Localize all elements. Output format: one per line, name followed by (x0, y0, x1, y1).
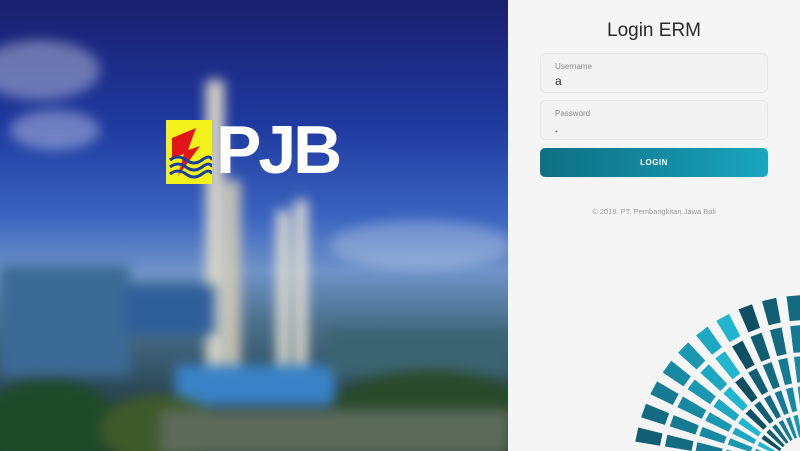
plant-building (330, 330, 508, 375)
fan-blade (699, 426, 727, 444)
fan-blade (696, 326, 722, 355)
login-panel: Login ERM Username a Password . LOGIN © … (508, 0, 800, 451)
fan-blade (794, 356, 800, 383)
username-label: Username (555, 62, 592, 71)
fan-blade (669, 415, 699, 435)
chimney (295, 200, 307, 381)
chimney (226, 180, 240, 381)
fan-blade (716, 313, 741, 343)
fan-blade (790, 325, 800, 353)
fan-blade (641, 403, 670, 425)
fan-blade (678, 342, 706, 370)
fan-blade (677, 396, 707, 419)
fan-blade (700, 364, 728, 391)
password-input[interactable]: . (555, 121, 558, 135)
pjb-logo: PJB (166, 112, 342, 188)
fan-blade (762, 297, 781, 326)
login-button[interactable]: LOGIN (540, 148, 768, 177)
power-plant-photo (0, 0, 508, 451)
fan-blade (664, 434, 694, 451)
username-field[interactable]: Username a (540, 53, 768, 93)
cloud (0, 40, 100, 100)
username-input[interactable]: a (555, 74, 562, 88)
cloud (330, 220, 508, 270)
fan-blade (786, 295, 800, 322)
plant-building (125, 285, 215, 335)
fan-blade (715, 351, 741, 380)
fan-blade (732, 340, 755, 370)
fan-blade (738, 304, 761, 333)
ground (160, 410, 508, 451)
fan-blade (687, 379, 716, 405)
background-hero-image: PJB (0, 0, 508, 451)
fan-blade (695, 442, 723, 451)
plant-building (175, 365, 335, 405)
fan-blade (785, 387, 798, 413)
pjb-logo-wordmark: PJB (216, 112, 342, 188)
fan-blade (762, 361, 780, 390)
page-title: Login ERM (607, 20, 701, 41)
fan-blade (650, 381, 679, 405)
password-field[interactable]: Password . (540, 100, 768, 140)
fan-blade (662, 360, 691, 387)
cloud (10, 110, 100, 150)
fan-blade (778, 357, 793, 386)
fan-blade (635, 427, 663, 446)
password-label: Password (555, 109, 591, 118)
copyright-text: © 2018. PT. Pembangkitan Jawa Bali (592, 207, 716, 216)
plant-building (0, 265, 130, 375)
fan-blade (750, 332, 771, 362)
fan-blade (769, 327, 787, 357)
chimney (277, 210, 289, 381)
pjb-logo-icon (166, 120, 214, 184)
